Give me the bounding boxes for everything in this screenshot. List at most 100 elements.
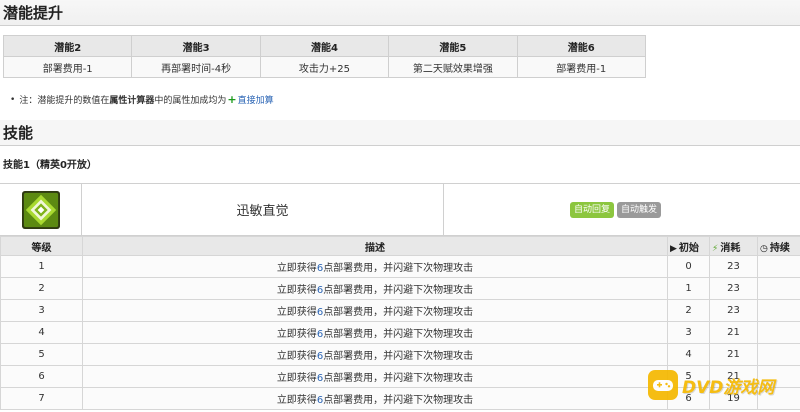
potential-header-cell: 潜能5	[388, 35, 518, 57]
duration-cell	[757, 299, 800, 322]
desc-pre: 立即获得	[276, 351, 317, 362]
skill-tags: 自动回复 自动触发	[444, 184, 800, 235]
level-cell: 2	[0, 277, 83, 300]
initial-header-label: 初始	[678, 242, 699, 254]
duration-cell	[757, 321, 800, 344]
duration-header-label: 持续	[769, 242, 790, 254]
desc-pre: 立即获得	[276, 373, 317, 384]
desc-post: 点部署费用，并闪避下次物理攻击	[323, 329, 474, 340]
desc-post: 点部署费用，并闪避下次物理攻击	[323, 373, 474, 384]
description-column-header: 描述	[82, 236, 668, 256]
description-cell: 立即获得6点部署费用，并闪避下次物理攻击	[82, 299, 668, 322]
desc-post: 点部署费用，并闪避下次物理攻击	[323, 351, 474, 362]
attribute-calculator-link[interactable]: 属性计算器	[109, 93, 154, 106]
table-row: 1 立即获得6点部署费用，并闪避下次物理攻击 0 23	[0, 255, 800, 278]
desc-post: 点部署费用，并闪避下次物理攻击	[323, 285, 474, 296]
initial-cell: 0	[667, 255, 710, 278]
cost-cell: 19	[709, 387, 758, 410]
potential-header-row: 潜能2 潜能3 潜能4 潜能5 潜能6	[2, 35, 647, 57]
skills-section-heading: 技能	[0, 120, 800, 146]
cost-column-header: ⚡ 消耗	[709, 236, 758, 256]
potential-header-cell: 潜能6	[516, 35, 647, 57]
table-row: 5 立即获得6点部署费用，并闪避下次物理攻击 4 21	[0, 343, 800, 366]
clock-icon: ◷	[760, 243, 768, 254]
level-cell: 3	[0, 299, 83, 322]
desc-pre: 立即获得	[276, 395, 317, 406]
initial-cell: 3	[667, 321, 710, 344]
potential-value-cell: 部署费用-1	[2, 56, 133, 78]
initial-cell: 6	[667, 387, 710, 410]
desc-pre: 立即获得	[276, 307, 317, 318]
lightning-icon: ⚡	[712, 243, 719, 254]
duration-cell	[757, 365, 800, 388]
initial-cell: 5	[667, 365, 710, 388]
duration-cell	[757, 343, 800, 366]
note-prefix: 注：潜能提升的数值在	[19, 96, 110, 106]
skills-heading-text: 技能	[3, 124, 34, 142]
wiki-page: 潜能提升 潜能2 潜能3 潜能4 潜能5 潜能6 部署费用-1 再部署时间-4秒…	[0, 0, 800, 412]
description-cell: 立即获得6点部署费用，并闪避下次物理攻击	[82, 365, 668, 388]
potential-value-cell: 再部署时间-4秒	[131, 56, 261, 78]
initial-cell: 2	[667, 299, 710, 322]
duration-cell	[757, 387, 800, 410]
potential-heading-text: 潜能提升	[3, 4, 64, 22]
duration-column-header: ◷ 持续	[757, 236, 800, 256]
auto-recovery-tag: 自动回复	[570, 201, 615, 218]
cost-cell: 21	[709, 365, 758, 388]
description-cell: 立即获得6点部署费用，并闪避下次物理攻击	[82, 277, 668, 300]
levels-header-row: 等级 描述 ▶ 初始 ⚡ 消耗 ◷ 持续	[0, 236, 800, 256]
potential-section-heading: 潜能提升	[0, 0, 800, 26]
desc-pre: 立即获得	[276, 263, 317, 274]
description-cell: 立即获得6点部署费用，并闪避下次物理攻击	[82, 343, 668, 366]
level-column-header: 等级	[0, 236, 83, 256]
skill-caption: 技能1（精英0开放）	[3, 160, 97, 171]
desc-post: 点部署费用，并闪避下次物理攻击	[323, 307, 474, 318]
auto-trigger-tag: 自动触发	[617, 201, 662, 218]
level-cell: 5	[0, 343, 83, 366]
table-row: 7 立即获得6点部署费用，并闪避下次物理攻击 6 19	[0, 387, 800, 410]
skill-header: 迅敏直觉 自动回复 自动触发	[0, 183, 800, 236]
potential-value-row: 部署费用-1 再部署时间-4秒 攻击力+25 第二天赋效果增强 部署费用-1	[2, 56, 647, 78]
potential-header-cell: 潜能2	[2, 35, 133, 57]
table-row: 6 立即获得6点部署费用，并闪避下次物理攻击 5 21	[0, 365, 800, 388]
description-cell: 立即获得6点部署费用，并闪避下次物理攻击	[82, 321, 668, 344]
potential-table: 潜能2 潜能3 潜能4 潜能5 潜能6 部署费用-1 再部署时间-4秒 攻击力+…	[2, 35, 647, 78]
note-middle: 中的属性加成均为	[154, 96, 227, 106]
description-cell: 立即获得6点部署费用，并闪避下次物理攻击	[82, 255, 668, 278]
potential-value-cell: 第二天赋效果增强	[388, 56, 518, 78]
cost-cell: 21	[709, 321, 758, 344]
desc-post: 点部署费用，并闪避下次物理攻击	[323, 395, 474, 406]
table-row: 3 立即获得6点部署费用，并闪避下次物理攻击 2 23	[0, 299, 800, 322]
level-cell: 1	[0, 255, 83, 278]
duration-cell	[757, 255, 800, 278]
skill-diamond-icon	[21, 190, 60, 229]
initial-cell: 1	[667, 277, 710, 300]
note-bullet: •	[10, 94, 16, 105]
cost-cell: 23	[709, 277, 758, 300]
initial-cell: 4	[667, 343, 710, 366]
potential-value-cell: 部署费用-1	[516, 56, 647, 78]
potential-header-cell: 潜能3	[131, 35, 261, 57]
plus-icon: +	[227, 93, 237, 106]
play-icon: ▶	[670, 243, 677, 254]
level-cell: 4	[0, 321, 83, 344]
skill-icon-cell	[0, 184, 82, 235]
description-cell: 立即获得6点部署费用，并闪避下次物理攻击	[82, 387, 668, 410]
cost-header-label: 消耗	[720, 242, 741, 254]
desc-pre: 立即获得	[276, 329, 317, 340]
table-row: 4 立即获得6点部署费用，并闪避下次物理攻击 3 21	[0, 321, 800, 344]
skill-levels-table: 等级 描述 ▶ 初始 ⚡ 消耗 ◷ 持续 1 立即获得6点部署费用，并闪避下次物理攻击…	[0, 236, 800, 410]
potential-value-cell: 攻击力+25	[259, 56, 390, 78]
potential-note: • 注：潜能提升的数值在 属性计算器 中的属性加成均为 + 直接加算	[10, 93, 274, 106]
level-cell: 6	[0, 365, 83, 388]
skill-name: 迅敏直觉	[82, 184, 444, 235]
direct-add-link[interactable]: 直接加算	[238, 93, 274, 106]
desc-pre: 立即获得	[276, 285, 317, 296]
cost-cell: 23	[709, 299, 758, 322]
initial-column-header: ▶ 初始	[667, 236, 710, 256]
level-cell: 7	[0, 387, 83, 410]
duration-cell	[757, 277, 800, 300]
desc-post: 点部署费用，并闪避下次物理攻击	[323, 263, 474, 274]
cost-cell: 23	[709, 255, 758, 278]
potential-header-cell: 潜能4	[259, 35, 390, 57]
